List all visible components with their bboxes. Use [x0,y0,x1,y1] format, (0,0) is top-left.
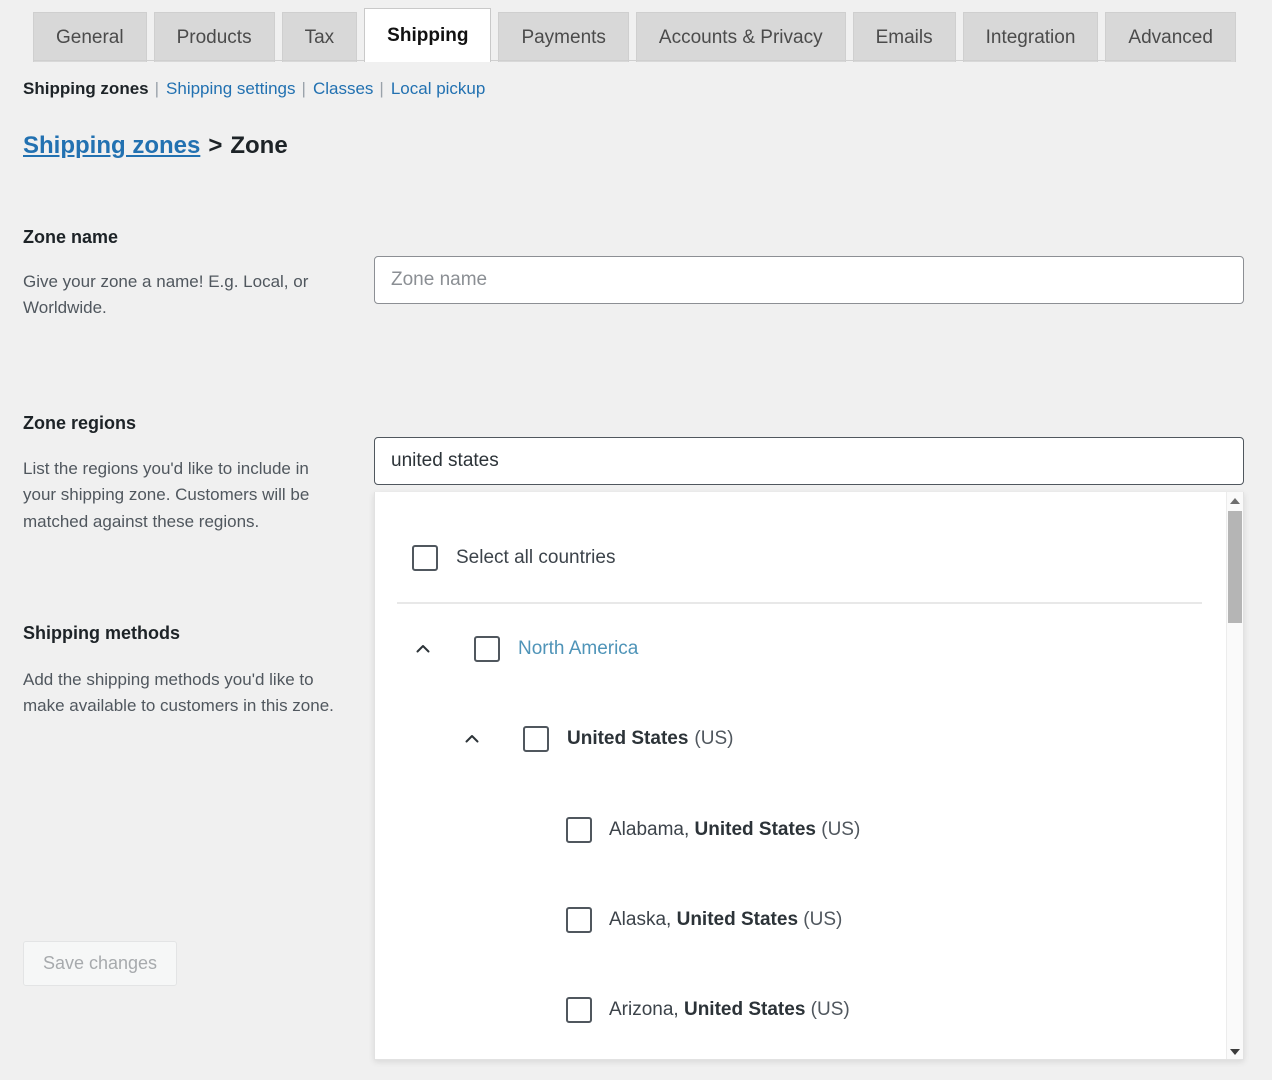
subnav-item-shipping-zones[interactable]: Shipping zones [23,79,149,99]
breadcrumb-current-zone: Zone [230,132,288,159]
tab-tax[interactable]: Tax [281,12,358,62]
checkbox-arizona[interactable] [566,997,592,1023]
region-label-alabama: Alabama, United States (US) [609,819,861,840]
settings-tab-bar: General Products Tax Shipping Payments A… [0,0,1272,62]
zone-name-heading: Zone name [23,227,119,247]
zone-regions-description: List the regions you'd like to include i… [23,459,310,531]
tab-accounts-privacy[interactable]: Accounts & Privacy [635,12,846,62]
tab-general[interactable]: General [33,12,147,62]
dropdown-scrollbar[interactable] [1226,492,1243,1059]
region-label-arizona: Arizona, United States (US) [609,999,850,1020]
zone-regions-search-input[interactable] [374,437,1244,485]
scrollbar-thumb[interactable] [1228,511,1242,623]
dropdown-row-united-states[interactable]: United States (US) [461,719,733,759]
checkbox-alabama[interactable] [566,817,592,843]
tab-integration[interactable]: Integration [962,12,1099,62]
zone-regions-heading: Zone regions [23,413,137,433]
scroll-down-arrow-icon[interactable] [1227,1043,1243,1059]
zone-name-input[interactable] [374,256,1244,304]
settings-page: General Products Tax Shipping Payments A… [0,0,1272,1080]
region-label-north-america[interactable]: North America [518,638,638,660]
checkbox-alaska[interactable] [566,907,592,933]
tab-shipping[interactable]: Shipping [364,8,492,62]
chevron-up-icon[interactable] [461,728,483,750]
subnav-item-local-pickup[interactable]: Local pickup [391,79,486,99]
subnav-item-shipping-settings[interactable]: Shipping settings [166,79,295,99]
zone-name-description: Give your zone a name! E.g. Local, or Wo… [23,272,309,318]
checkbox-united-states[interactable] [523,726,549,752]
region-label-alaska: Alaska, United States (US) [609,909,843,930]
subnav-separator: | [154,79,160,98]
dropdown-row-alaska[interactable]: Alaska, United States (US) [566,900,842,940]
save-changes-button[interactable]: Save changes [23,941,177,986]
breadcrumb: Shipping zones > Zone [23,132,288,160]
checkbox-select-all-countries[interactable] [412,545,438,571]
scroll-up-arrow-icon[interactable] [1227,492,1243,509]
dropdown-row-select-all[interactable]: Select all countries [412,538,615,578]
breadcrumb-separator: > [208,132,223,159]
tab-products[interactable]: Products [153,12,275,62]
shipping-methods-description: Add the shipping methods you'd like to m… [23,670,334,716]
region-label-united-states: United States (US) [567,728,734,749]
dropdown-row-arizona[interactable]: Arizona, United States (US) [566,990,850,1030]
tab-payments[interactable]: Payments [498,12,629,62]
tab-advanced[interactable]: Advanced [1105,12,1236,62]
dropdown-divider [397,602,1202,604]
tab-bar-underline [33,60,1231,61]
tab-emails[interactable]: Emails [852,12,956,62]
subnav-separator: | [379,79,384,98]
shipping-methods-heading: Shipping methods [23,623,180,643]
select-all-countries-label: Select all countries [456,547,616,568]
subnav-item-classes[interactable]: Classes [313,79,373,99]
dropdown-row-north-america[interactable]: North America [412,629,638,669]
subnav-separator: | [301,79,306,98]
dropdown-row-alabama[interactable]: Alabama, United States (US) [566,810,860,850]
shipping-subnav: Shipping zones | Shipping settings | Cla… [23,79,485,99]
breadcrumb-link-shipping-zones[interactable]: Shipping zones [23,132,200,160]
checkbox-north-america[interactable] [474,636,500,662]
chevron-up-icon[interactable] [412,638,434,660]
